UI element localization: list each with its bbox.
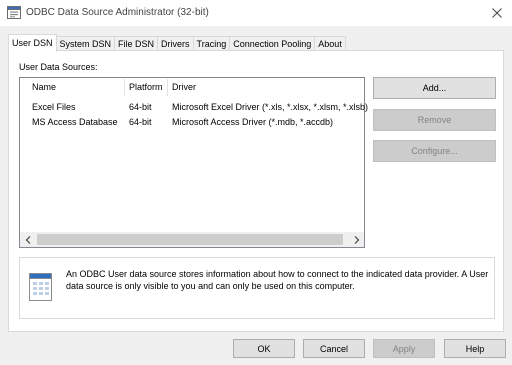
chevron-right-icon [354,235,359,244]
row-driver: Microsoft Excel Driver (*.xls, *.xlsx, *… [172,102,369,112]
window-title: ODBC Data Source Administrator (32-bit) [26,7,209,18]
scroll-right-button[interactable] [349,232,364,247]
data-sources-list[interactable]: Name Platform Driver Excel Files 64-bit … [19,77,368,248]
tab-connection-pooling[interactable]: Connection Pooling [229,36,316,51]
row-name: MS Access Database [32,117,118,127]
tab-drivers[interactable]: Drivers [157,36,194,51]
scrollbar-thumb[interactable] [37,234,343,245]
chevron-left-icon [25,235,30,244]
close-icon [492,8,502,18]
column-header-name[interactable]: Name [27,78,56,97]
row-name: Excel Files [32,102,76,112]
scroll-left-button[interactable] [20,232,35,247]
user-data-sources-label: User Data Sources: [19,62,98,72]
tab-tracing[interactable]: Tracing [192,36,231,51]
data-source-document-icon [28,272,54,302]
ok-button[interactable]: OK [233,339,295,358]
tab-strip: User DSN System DSN File DSN Drivers Tra… [8,34,346,52]
odbc-admin-icon [7,6,21,19]
info-box: An ODBC User data source stores informat… [19,257,495,319]
list-item[interactable]: Excel Files 64-bit Microsoft Excel Drive… [20,100,368,114]
column-header-platform[interactable]: Platform [124,78,163,97]
close-button[interactable] [482,0,512,26]
add-button[interactable]: Add... [373,77,496,99]
configure-button[interactable]: Configure... [373,140,496,162]
row-platform: 64-bit [129,117,152,127]
cancel-button[interactable]: Cancel [303,339,365,358]
row-driver: Microsoft Access Driver (*.mdb, *.accdb) [172,117,334,127]
tab-about[interactable]: About [314,36,346,51]
remove-button[interactable]: Remove [373,109,496,131]
apply-button[interactable]: Apply [373,339,435,358]
list-header: Name Platform Driver [20,78,364,97]
list-item[interactable]: MS Access Database 64-bit Microsoft Acce… [20,115,364,129]
horizontal-scrollbar[interactable] [20,232,364,247]
row-platform: 64-bit [129,102,152,112]
tab-file-dsn[interactable]: File DSN [114,36,159,51]
tab-user-dsn[interactable]: User DSN [8,34,57,52]
user-dsn-panel: User Data Sources: Name Platform Driver … [8,50,504,332]
info-description: An ODBC User data source stores informat… [66,269,489,291]
tab-system-dsn[interactable]: System DSN [55,36,116,51]
column-header-driver[interactable]: Driver [167,78,196,97]
title-bar: ODBC Data Source Administrator (32-bit) [0,0,512,26]
help-button[interactable]: Help [444,339,506,358]
